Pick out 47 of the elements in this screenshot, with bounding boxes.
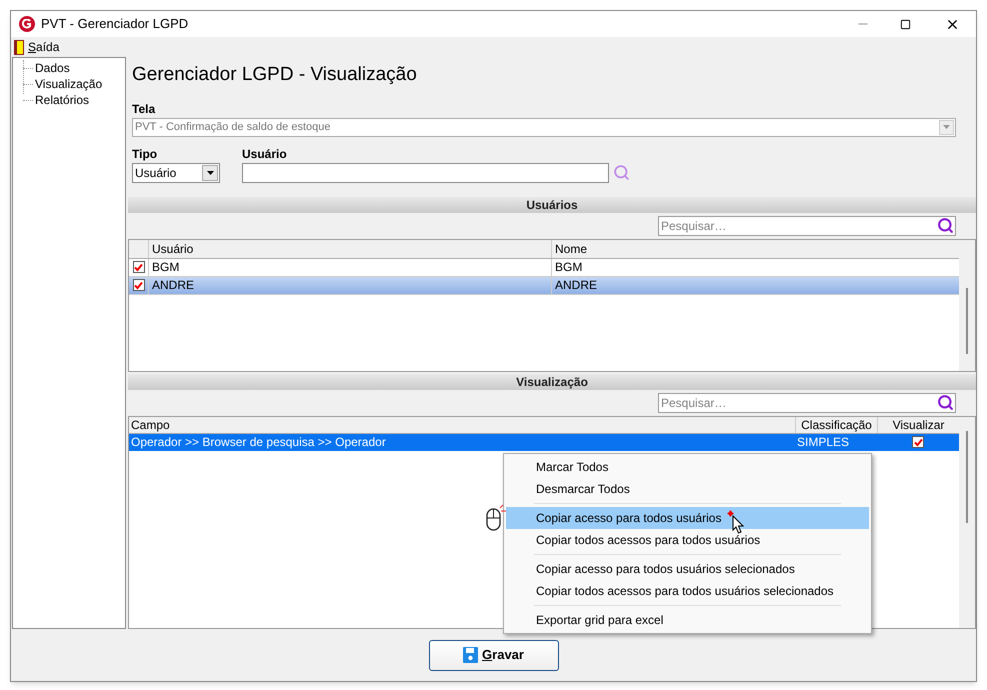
exit-door-icon (14, 40, 24, 54)
scrollbar-thumb[interactable] (966, 288, 968, 354)
app-logo-icon (19, 16, 35, 32)
checkbox[interactable] (912, 436, 924, 448)
column-header[interactable]: Campo (129, 416, 795, 432)
field-label: Tela (132, 100, 156, 118)
table-row[interactable]: BGM BGM (129, 258, 959, 276)
field-label: Tipo (132, 146, 158, 162)
search-icon[interactable] (937, 216, 954, 234)
menu-item[interactable]: Saída (28, 38, 60, 56)
search-field[interactable]: Pesquisar… (658, 392, 956, 412)
user-input-field[interactable] (242, 162, 609, 182)
menu-item[interactable]: Copiar acesso para todos usuários selecionados (506, 558, 869, 580)
tree-item[interactable]: Relatórios (35, 91, 90, 109)
table-cell-text: BGM (554, 259, 584, 276)
table-cell-text: ANDRE (554, 277, 598, 294)
checkbox[interactable] (132, 279, 144, 291)
menu-item[interactable]: Exportar grid para excel (506, 609, 869, 631)
menu-item[interactable]: Copiar todos acessos para todos usuários (506, 529, 869, 551)
column-header[interactable]: Classificação (795, 416, 877, 432)
column-header[interactable]: Usuário (149, 240, 552, 258)
type-select[interactable]: Usuário (132, 162, 220, 182)
scrollbar-thumb[interactable] (966, 430, 968, 522)
tree-item[interactable]: Dados (35, 59, 70, 77)
window-title: PVT - Gerenciador LGPD (41, 15, 190, 34)
menu-item[interactable]: Copiar acesso para todos usuários (506, 507, 869, 529)
page-heading: Gerenciador LGPD - Visualização (132, 63, 418, 87)
save-button[interactable]: Gravar (428, 640, 558, 670)
table-row[interactable]: ANDRE ANDRE (129, 276, 959, 294)
checkbox[interactable] (132, 261, 144, 273)
search-field[interactable]: Pesquisar… (658, 216, 956, 236)
menu-item[interactable]: Copiar todos acessos para todos usuários selecionados (506, 580, 869, 602)
tree-item[interactable]: Visualização (35, 75, 102, 93)
section-header: Usuários (128, 196, 976, 212)
table-cell: ANDRE (149, 276, 552, 294)
search-icon[interactable] (937, 394, 954, 410)
table-row[interactable]: Operador >> Browser de pesquisa >> Operador SIMPLES (129, 434, 959, 450)
cursor-pointer-icon (726, 510, 746, 534)
table-cell-text: Operador >> Browser de pesquisa >> Operador (130, 434, 387, 450)
table-cell: BGM (149, 258, 552, 276)
section-header: Visualização (128, 374, 976, 390)
column-header[interactable]: Nome (552, 240, 959, 258)
menu-item[interactable]: Marcar Todos (506, 456, 869, 478)
field-label: Usuário (242, 146, 288, 162)
menu-item[interactable]: Desmarcar Todos (506, 478, 869, 500)
maximize-icon[interactable] (900, 18, 911, 30)
table-cell-text: SIMPLES (796, 434, 850, 450)
